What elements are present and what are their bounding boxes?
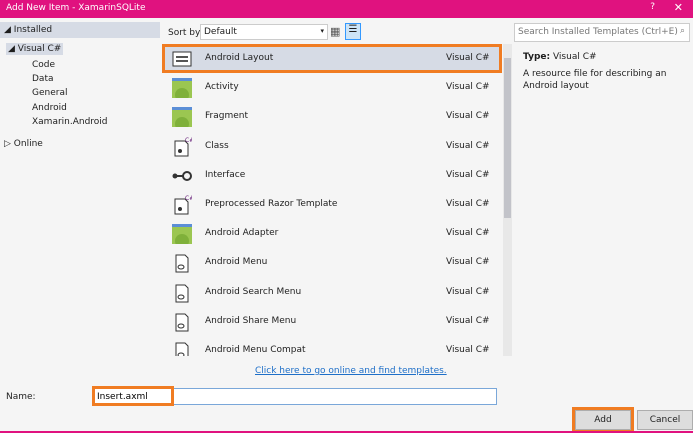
template-name: Activity: [205, 82, 239, 93]
name-label: Name:: [6, 392, 36, 402]
android-icon: [172, 78, 192, 103]
template-language: Visual C#: [446, 53, 490, 63]
online-templates-link[interactable]: Click here to go online and find templat…: [255, 366, 447, 376]
template-row[interactable]: Activity Visual C#: [162, 73, 502, 103]
template-row[interactable]: Android Layout Visual C#: [162, 44, 502, 73]
tree-general[interactable]: General: [32, 88, 67, 98]
scrollbar-thumb[interactable]: [504, 58, 511, 218]
sort-label: Sort by:: [168, 28, 203, 38]
tree-installed[interactable]: ◢ Installed: [0, 22, 160, 38]
online-label: Online: [13, 139, 43, 149]
template-language: Visual C#: [446, 199, 490, 209]
template-language: Visual C#: [446, 82, 490, 93]
template-name: Fragment: [205, 111, 248, 122]
chevron-down-icon: ▾: [320, 27, 324, 35]
add-button[interactable]: Add: [572, 407, 634, 433]
sort-value: Default: [204, 27, 237, 37]
visual-csharp-label: Visual C#: [17, 44, 62, 54]
template-name: Preprocessed Razor Template: [205, 199, 338, 209]
file-icon: [172, 253, 192, 273]
template-language: Visual C#: [446, 228, 490, 239]
category-tree: ◢ Installed ◢ Visual C# Code Data Genera…: [0, 18, 160, 358]
template-language: Visual C#: [446, 140, 490, 151]
template-name: Android Adapter: [205, 228, 279, 239]
file-icon: [172, 283, 192, 303]
search-input[interactable]: Search Installed Templates (Ctrl+E) ⌕: [514, 23, 690, 42]
file-icon: [172, 341, 192, 356]
installed-label: Installed: [13, 25, 53, 35]
search-icon[interactable]: ⌕: [680, 26, 685, 36]
interface-icon: [172, 166, 192, 186]
tree-visual-csharp[interactable]: ◢ Visual C#: [6, 43, 64, 55]
svg-text:C#: C#: [185, 195, 192, 202]
template-description: A resource file for describing an Androi…: [523, 69, 667, 91]
android-icon: [172, 107, 192, 132]
grid-view-icon[interactable]: ▦: [330, 25, 340, 38]
tree-data[interactable]: Data: [32, 74, 54, 84]
tree-xamarin-android[interactable]: Xamarin.Android: [32, 117, 108, 127]
template-language: Visual C#: [446, 345, 490, 355]
template-name: Android Layout: [205, 53, 274, 63]
template-row[interactable]: Android Menu Visual C#: [162, 248, 502, 277]
template-name: Class: [205, 140, 229, 151]
template-language: Visual C#: [446, 169, 490, 180]
template-row[interactable]: C# Class Visual C#: [162, 132, 502, 161]
template-name: Android Search Menu: [205, 286, 302, 297]
class-icon: C#: [172, 137, 194, 157]
template-row[interactable]: Android Adapter Visual C#: [162, 219, 502, 249]
name-highlight: [92, 386, 174, 406]
sort-dropdown[interactable]: Default ▾: [200, 24, 328, 40]
type-value: Visual C#: [552, 52, 597, 62]
window-title: Add New Item - XamarinSQLite: [6, 3, 146, 13]
template-language: Visual C#: [446, 111, 490, 122]
template-row[interactable]: Fragment Visual C#: [162, 102, 502, 132]
type-label: Type:: [523, 52, 551, 62]
tree-online[interactable]: ▷ Online: [4, 139, 43, 149]
template-name: Android Menu Compat: [205, 345, 306, 355]
type-info: Type: Visual C#: [523, 52, 597, 62]
template-row[interactable]: C# Preprocessed Razor Template Visual C#: [162, 190, 502, 219]
android-icon: [172, 224, 192, 249]
template-row[interactable]: Android Search Menu Visual C#: [162, 278, 502, 307]
template-list: Android Layout Visual C# Activity Visual C#…: [162, 44, 502, 356]
template-name: Android Share Menu: [205, 315, 297, 326]
layout-icon: [172, 49, 192, 69]
help-button[interactable]: ?: [650, 2, 655, 12]
tree-code[interactable]: Code: [32, 60, 55, 70]
cancel-button[interactable]: Cancel: [637, 410, 693, 430]
class-icon: C#: [172, 195, 194, 215]
svg-text:C#: C#: [185, 137, 192, 144]
template-row[interactable]: Interface Visual C#: [162, 161, 502, 190]
template-row[interactable]: Android Menu Compat Visual C#: [162, 336, 502, 356]
template-row[interactable]: Android Share Menu Visual C#: [162, 307, 502, 336]
template-language: Visual C#: [446, 286, 490, 297]
list-view-icon[interactable]: ☰: [345, 23, 361, 40]
template-name: Interface: [205, 169, 246, 180]
title-bar: Add New Item - XamarinSQLite: [0, 0, 693, 18]
template-name: Android Menu: [205, 257, 268, 268]
search-placeholder: Search Installed Templates (Ctrl+E): [518, 27, 678, 37]
close-button[interactable]: ✕: [674, 1, 683, 14]
template-language: Visual C#: [446, 257, 490, 268]
template-language: Visual C#: [446, 315, 490, 326]
tree-android[interactable]: Android: [32, 103, 67, 113]
file-icon: [172, 312, 192, 332]
